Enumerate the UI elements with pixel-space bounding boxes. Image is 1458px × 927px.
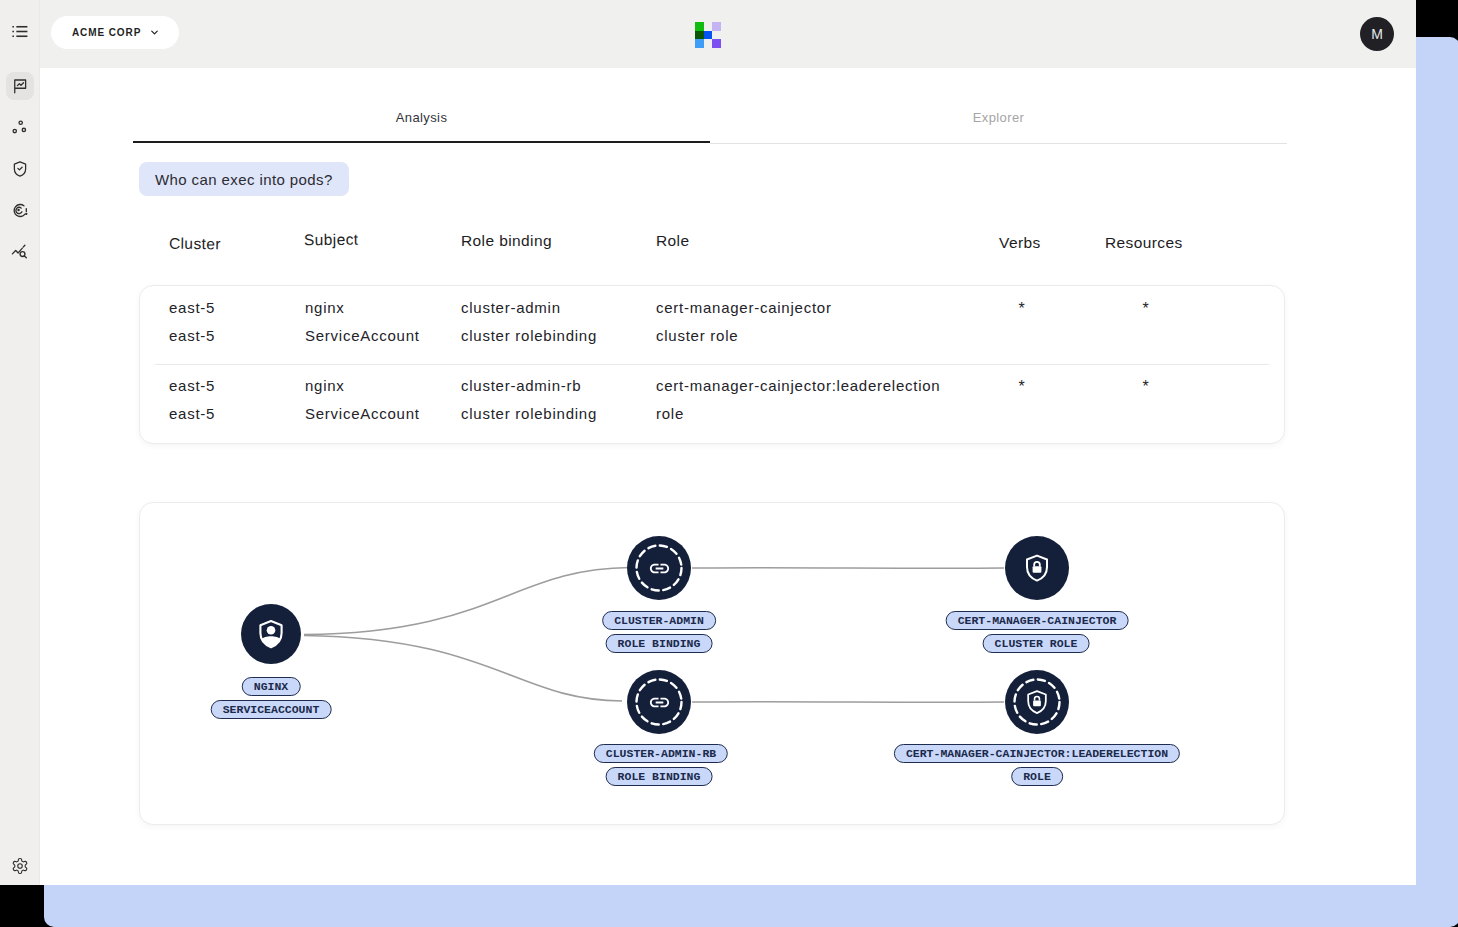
node-label-name: CERT-MANAGER-CAINJECTOR:LEADERELECTION xyxy=(894,744,1180,763)
node-label-name: CLUSTER-ADMIN xyxy=(602,611,716,630)
edge-binding-bottom-to-role-bottom xyxy=(692,702,1004,703)
node-label-name: NGINX xyxy=(242,677,301,696)
node-label-kind: ROLE xyxy=(1011,767,1063,786)
dashed-ring xyxy=(627,670,691,734)
edge-subject-to-binding-bottom xyxy=(304,636,622,702)
node-label-name: CLUSTER-ADMIN-RB xyxy=(594,744,728,763)
dashed-ring xyxy=(1005,670,1069,734)
app-window: ACME CORP M xyxy=(0,0,1416,885)
node-label-name: CERT-MANAGER-CAINJECTOR xyxy=(946,611,1129,630)
graph-node-subject[interactable] xyxy=(241,604,301,664)
dashed-ring xyxy=(627,536,691,600)
graph-node-role-bottom[interactable] xyxy=(1005,670,1069,734)
edge-binding-top-to-role-top xyxy=(692,568,1004,569)
edge-subject-to-binding-top xyxy=(304,568,630,635)
node-label-kind: ROLE BINDING xyxy=(606,767,713,786)
graph-node-binding-top[interactable] xyxy=(627,536,691,600)
user-shield-icon xyxy=(254,617,288,651)
node-label-kind: SERVICEACCOUNT xyxy=(211,700,332,719)
graph-node-role-top[interactable] xyxy=(1005,536,1069,600)
node-label-kind: CLUSTER ROLE xyxy=(983,634,1090,653)
graph-node-binding-bottom[interactable] xyxy=(627,670,691,734)
node-label-kind: ROLE BINDING xyxy=(606,634,713,653)
shield-lock-icon xyxy=(1020,551,1054,585)
